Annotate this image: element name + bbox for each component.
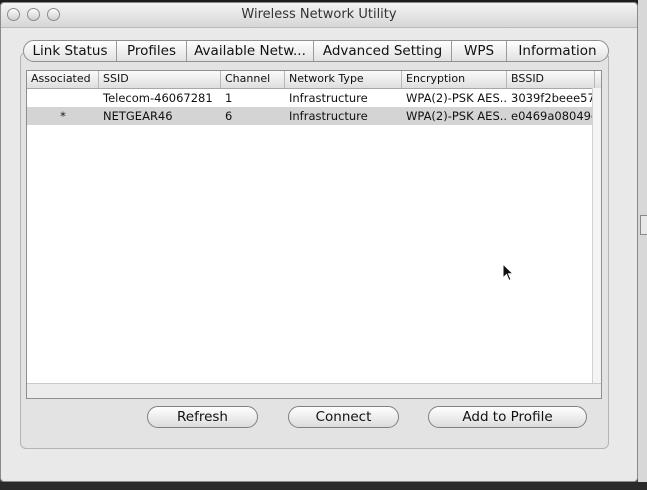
- column-header-ssid[interactable]: SSID: [99, 71, 221, 88]
- cell-network-type: Infrastructure: [289, 109, 368, 123]
- cell-ssid: Telecom-46067281: [103, 91, 213, 105]
- cell-bssid: 3039f2beee57: [511, 91, 595, 105]
- network-table[interactable]: Associated SSID Channel Network Type Enc…: [26, 70, 602, 399]
- cell-encryption: WPA(2)-PSK AES...: [406, 109, 507, 123]
- tab-advanced-setting[interactable]: Advanced Setting: [314, 41, 452, 61]
- table-header: Associated SSID Channel Network Type Enc…: [27, 71, 601, 89]
- add-to-profile-button[interactable]: Add to Profile: [428, 406, 587, 428]
- cell-ssid: NETGEAR46: [103, 109, 173, 123]
- cell-channel: 6: [225, 109, 233, 123]
- tab-information[interactable]: Information: [507, 41, 608, 61]
- title-bar[interactable]: Wireless Network Utility: [1, 3, 637, 28]
- tab-bar: Link Status Profiles Available Netw... A…: [23, 40, 609, 62]
- cell-associated: [27, 89, 99, 107]
- table-row[interactable]: Telecom-46067281 1 Infrastructure WPA(2)…: [27, 89, 601, 107]
- table-row-selected[interactable]: * NETGEAR46 6 Infrastructure WPA(2)-PSK …: [27, 107, 601, 125]
- tab-profiles[interactable]: Profiles: [117, 41, 187, 61]
- refresh-button[interactable]: Refresh: [147, 406, 258, 428]
- mouse-pointer-icon: [502, 263, 514, 282]
- tab-link-status[interactable]: Link Status: [24, 41, 117, 61]
- connect-button[interactable]: Connect: [288, 406, 399, 428]
- cell-bssid: e0469a08049c: [511, 109, 595, 123]
- cell-network-type: Infrastructure: [289, 91, 368, 105]
- column-header-associated[interactable]: Associated: [27, 71, 99, 88]
- tab-wps[interactable]: WPS: [452, 41, 507, 61]
- cell-associated: *: [60, 109, 66, 123]
- cell-channel: 1: [225, 91, 233, 105]
- background-window-control: [640, 215, 647, 235]
- cell-encryption: WPA(2)-PSK AES...: [406, 91, 507, 105]
- background-window: [638, 0, 647, 490]
- column-header-encryption[interactable]: Encryption: [402, 71, 507, 88]
- window-title: Wireless Network Utility: [241, 7, 397, 22]
- vertical-scrollbar[interactable]: [592, 88, 601, 386]
- column-header-bssid[interactable]: BSSID: [507, 71, 595, 88]
- horizontal-scrollbar[interactable]: [27, 383, 601, 398]
- tab-available-networks[interactable]: Available Netw...: [187, 41, 314, 61]
- desktop-background-bottom: [0, 482, 647, 490]
- column-header-network-type[interactable]: Network Type: [285, 71, 402, 88]
- column-header-channel[interactable]: Channel: [221, 71, 285, 88]
